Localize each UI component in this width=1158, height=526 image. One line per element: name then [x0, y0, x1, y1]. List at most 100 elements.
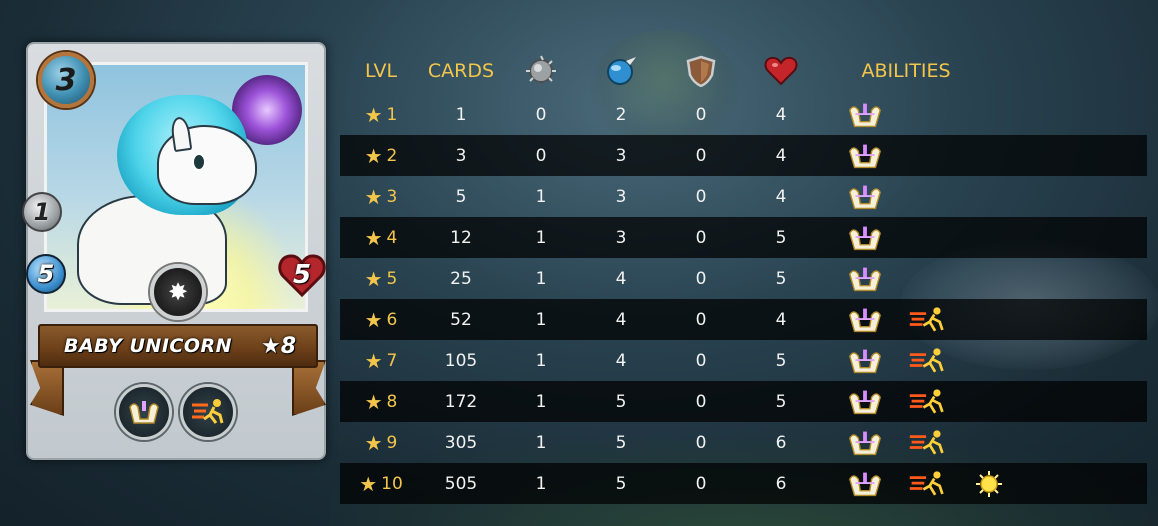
heal-icon[interactable]	[846, 223, 884, 253]
row-abilities	[846, 381, 946, 422]
swiftness-icon[interactable]	[180, 384, 236, 440]
row-level: ★ 1	[365, 94, 398, 135]
star-icon: ★	[364, 102, 383, 127]
row-level: ★ 9	[365, 422, 398, 463]
row-abilities	[846, 176, 884, 217]
row-health: 5	[775, 268, 787, 289]
health-value: 5	[292, 260, 312, 290]
heal-icon[interactable]	[116, 384, 172, 440]
armor-icon	[683, 54, 719, 88]
row-health: 6	[775, 473, 787, 494]
row-abilities	[846, 94, 884, 135]
row-cards: 12	[450, 227, 472, 248]
row-armor: 0	[695, 350, 707, 371]
table-row: ★ 3 5 1 3 0 4	[340, 176, 1147, 217]
row-health: 5	[775, 227, 787, 248]
row-level-value: 3	[386, 186, 398, 207]
row-health: 4	[775, 104, 787, 125]
row-armor: 0	[695, 268, 707, 289]
row-cards: 3	[455, 145, 467, 166]
row-speed: 4	[615, 309, 627, 330]
table-row: ★ 4 12 1 3 0 5	[340, 217, 1147, 258]
heal-icon[interactable]	[846, 305, 884, 335]
heal-icon[interactable]	[846, 387, 884, 417]
table-header: LVL CARDS ABILITIES	[340, 54, 1147, 94]
row-armor: 0	[695, 309, 707, 330]
row-ranged: 1	[535, 473, 547, 494]
table-row: ★ 9 305 1 5 0 6	[340, 422, 1147, 463]
health-badge: 5	[278, 252, 326, 298]
row-level: ★ 10	[359, 463, 403, 504]
row-level-value: 9	[386, 432, 398, 453]
speed-icon	[603, 54, 639, 88]
monster-card[interactable]: 3 1 5 5 ✸ BABY UNICORN ★8	[22, 42, 326, 460]
row-level: ★ 6	[365, 299, 398, 340]
health-icon	[763, 54, 799, 88]
star-icon: ★	[364, 430, 383, 455]
divine-shield-icon[interactable]	[970, 469, 1008, 499]
card-name: BABY UNICORN	[64, 335, 233, 357]
row-level-value: 6	[386, 309, 398, 330]
header-lvl: LVL	[364, 60, 398, 82]
heal-icon[interactable]	[846, 428, 884, 458]
row-speed: 2	[615, 104, 627, 125]
row-abilities	[846, 258, 884, 299]
heal-icon[interactable]	[846, 346, 884, 376]
row-ranged: 1	[535, 186, 547, 207]
row-cards: 1	[455, 104, 467, 125]
swiftness-icon[interactable]	[908, 346, 946, 376]
level-stats-table: LVL CARDS ABILITIES ★ 1 1 0 2 0 4 ★ 2 3 …	[340, 54, 1147, 504]
ranged-attack-icon	[523, 54, 559, 88]
card-name-banner: BABY UNICORN ★8	[38, 324, 318, 368]
table-row: ★ 8 172 1 5 0 5	[340, 381, 1147, 422]
heal-icon[interactable]	[846, 182, 884, 212]
row-level: ★ 7	[365, 340, 398, 381]
header-abilities: ABILITIES	[861, 60, 951, 82]
table-row: ★ 6 52 1 4 0 4	[340, 299, 1147, 340]
star-icon: ★	[359, 471, 378, 496]
row-armor: 0	[695, 186, 707, 207]
swiftness-icon[interactable]	[908, 305, 946, 335]
row-level: ★ 4	[365, 217, 398, 258]
row-level-value: 7	[386, 350, 398, 371]
star-icon: ★	[364, 307, 383, 332]
row-cards: 172	[444, 391, 478, 412]
row-health: 5	[775, 350, 787, 371]
row-level-value: 10	[381, 473, 403, 494]
mana-cost-badge: 3	[38, 52, 94, 108]
row-cards: 305	[444, 432, 478, 453]
heal-icon[interactable]	[846, 141, 884, 171]
heal-icon[interactable]	[846, 100, 884, 130]
row-abilities	[846, 463, 1008, 504]
unicorn-eye	[192, 153, 206, 171]
row-speed: 5	[615, 473, 627, 494]
row-abilities	[846, 135, 884, 176]
row-health: 5	[775, 391, 787, 412]
row-armor: 0	[695, 145, 707, 166]
row-speed: 3	[615, 145, 627, 166]
row-abilities	[846, 217, 884, 258]
swiftness-icon[interactable]	[908, 469, 946, 499]
swiftness-icon[interactable]	[908, 428, 946, 458]
heal-icon[interactable]	[846, 469, 884, 499]
row-health: 4	[775, 309, 787, 330]
row-health: 4	[775, 145, 787, 166]
row-armor: 0	[695, 432, 707, 453]
row-level-value: 1	[386, 104, 398, 125]
life-splinter-orb-icon: ✸	[150, 264, 206, 320]
row-ranged: 0	[535, 145, 547, 166]
row-level-value: 2	[386, 145, 398, 166]
row-abilities	[846, 299, 946, 340]
row-ranged: 1	[535, 309, 547, 330]
row-ranged: 1	[535, 350, 547, 371]
swiftness-icon[interactable]	[908, 387, 946, 417]
star-icon: ★	[364, 225, 383, 250]
card-abilities	[116, 384, 236, 440]
row-cards: 105	[444, 350, 478, 371]
star-icon: ★	[364, 389, 383, 414]
ranged-attack-badge: 1	[22, 192, 62, 232]
row-speed: 3	[615, 186, 627, 207]
heal-icon[interactable]	[846, 264, 884, 294]
header-cards: CARDS	[427, 60, 495, 82]
table-row: ★ 1 1 0 2 0 4	[340, 94, 1147, 135]
